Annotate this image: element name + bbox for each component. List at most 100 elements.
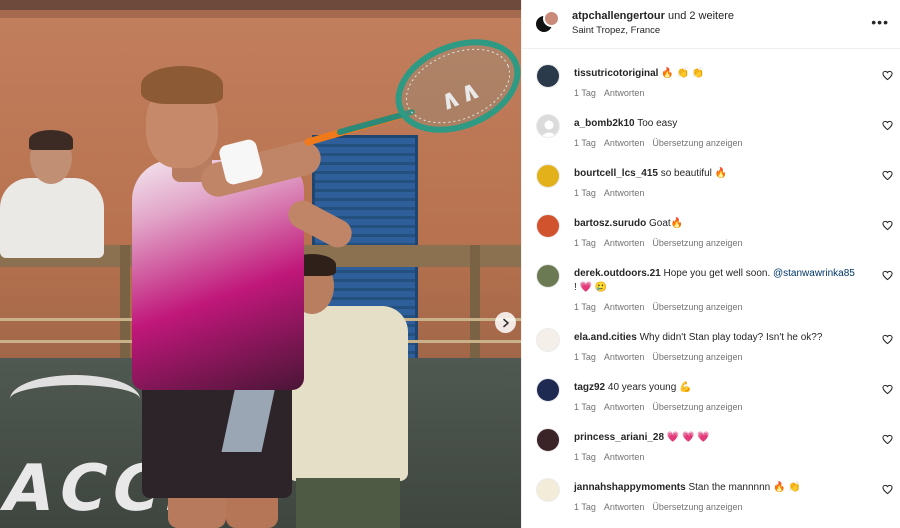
comment-text-continued: ! 💗 🥲 <box>574 282 608 293</box>
comment-meta: 1 Tag Antworten Übersetzung anzeigen <box>574 300 870 314</box>
reply-button[interactable]: Antworten <box>604 502 645 512</box>
reply-button[interactable]: Antworten <box>604 138 645 148</box>
comment-meta: 1 Tag Antworten <box>574 86 870 100</box>
comment-timestamp[interactable]: 1 Tag <box>574 138 596 148</box>
comment-text: so beautiful 🔥 <box>660 168 728 179</box>
comment-timestamp[interactable]: 1 Tag <box>574 238 596 248</box>
chevron-right-icon <box>502 318 509 327</box>
comment-item: jannahshappymoments Stan the mannnnn 🔥 👏… <box>522 478 900 528</box>
spectator-body <box>0 178 104 258</box>
post-photo[interactable]: ACCM ∧∧ <box>0 0 521 528</box>
commenter-avatar[interactable] <box>536 114 560 138</box>
commenter-avatar[interactable] <box>536 328 560 352</box>
comment-username[interactable]: bartosz.surudo <box>574 218 646 229</box>
comment-text: Too easy <box>637 118 678 129</box>
player-hair <box>141 66 223 104</box>
reply-button[interactable]: Antworten <box>604 302 645 312</box>
reply-button[interactable]: Antworten <box>604 402 645 412</box>
comment-meta: 1 Tag Antworten Übersetzung anzeigen <box>574 350 870 364</box>
see-translation-button[interactable]: Übersetzung anzeigen <box>652 352 742 362</box>
heart-outline-icon[interactable] <box>882 384 893 395</box>
roof-edge <box>0 0 521 10</box>
heart-outline-icon[interactable] <box>882 334 893 345</box>
comment-timestamp[interactable]: 1 Tag <box>574 302 596 312</box>
comment-username[interactable]: princess_ariani_28 <box>574 432 664 443</box>
comment-item: bourtcell_lcs_415 so beautiful 🔥 1 Tag Ant… <box>522 164 900 214</box>
heart-outline-icon[interactable] <box>882 170 893 181</box>
commenter-avatar[interactable] <box>536 378 560 402</box>
comment-item: bartosz.surudo Goat🔥 1 Tag Antworten Überse… <box>522 214 900 264</box>
comment-text: Stan the mannnnn 🔥 👏 <box>688 482 801 493</box>
comment-username[interactable]: tagz92 <box>574 382 605 393</box>
banner-logo-swoosh <box>10 375 140 423</box>
comment-timestamp[interactable]: 1 Tag <box>574 188 596 198</box>
comment-timestamp[interactable]: 1 Tag <box>574 352 596 362</box>
commenter-avatar[interactable] <box>536 264 560 288</box>
commenter-avatar[interactable] <box>536 214 560 238</box>
commenter-avatar[interactable] <box>536 64 560 88</box>
comment-item: derek.outdoors.21 Hope you get well soon… <box>522 264 900 314</box>
comment-timestamp[interactable]: 1 Tag <box>574 402 596 412</box>
commenter-avatar[interactable] <box>536 478 560 502</box>
comment-item: ela.and.cities Why didn't Stan play toda… <box>522 328 900 378</box>
post-header: atpchallengertour und 2 weitere Saint Tr… <box>522 0 900 49</box>
comment-text: Hope you get well soon. <box>663 268 771 279</box>
author-avatar-stack[interactable] <box>534 10 560 36</box>
comment-username[interactable]: a_bomb2k10 <box>574 118 635 129</box>
heart-outline-icon[interactable] <box>882 220 893 231</box>
comment-item: tagz92 40 years young 💪 1 Tag Antworten Übe… <box>522 378 900 428</box>
see-translation-button[interactable]: Übersetzung anzeigen <box>652 502 742 512</box>
comment-text: Why didn't Stan play today? Isn't he ok?… <box>639 332 823 343</box>
comment-mention-link[interactable]: @stanwawrinka85 <box>773 268 855 279</box>
comment-text: 💗 💗 💗 <box>666 432 710 443</box>
reply-button[interactable]: Antworten <box>604 452 645 462</box>
comment-meta: 1 Tag Antworten Übersetzung anzeigen <box>574 136 870 150</box>
ballboy-shorts <box>296 478 400 528</box>
comment-username[interactable]: ela.and.cities <box>574 332 637 343</box>
comment-username[interactable]: jannahshappymoments <box>574 482 686 493</box>
comment-text: 🔥 👏 👏 <box>661 68 705 79</box>
comment-meta: 1 Tag Antworten Übersetzung anzeigen <box>574 400 870 414</box>
post-location[interactable]: Saint Tropez, France <box>572 25 660 36</box>
reply-button[interactable]: Antworten <box>604 238 645 248</box>
comment-body: derek.outdoors.21 Hope you get well soon… <box>574 267 870 314</box>
comment-item: a_bomb2k10 Too easy 1 Tag Antworten Überset… <box>522 114 900 164</box>
author-username[interactable]: atpchallengertour <box>572 10 665 22</box>
comment-username[interactable]: bourtcell_lcs_415 <box>574 168 658 179</box>
comment-meta: 1 Tag Antworten Übersetzung anzeigen <box>574 500 870 514</box>
reply-button[interactable]: Antworten <box>604 88 645 98</box>
see-translation-button[interactable]: Übersetzung anzeigen <box>652 302 742 312</box>
reply-button[interactable]: Antworten <box>604 188 645 198</box>
comment-item: princess_ariani_28 💗 💗 💗 1 Tag Antworten <box>522 428 900 478</box>
comments-panel: atpchallengertour und 2 weitere Saint Tr… <box>521 0 900 528</box>
comment-item: tissutricotoriginal 🔥 👏 👏 1 Tag Antworten <box>522 64 900 114</box>
comment-username[interactable]: derek.outdoors.21 <box>574 268 661 279</box>
next-image-button[interactable] <box>495 312 516 333</box>
heart-outline-icon[interactable] <box>882 70 893 81</box>
comment-body: tagz92 40 years young 💪 1 Tag Antworten Übe… <box>574 381 870 414</box>
see-translation-button[interactable]: Übersetzung anzeigen <box>652 402 742 412</box>
heart-outline-icon[interactable] <box>882 270 893 281</box>
comment-body: tissutricotoriginal 🔥 👏 👏 1 Tag Antworten <box>574 67 870 100</box>
comment-timestamp[interactable]: 1 Tag <box>574 452 596 462</box>
comment-username[interactable]: tissutricotoriginal <box>574 68 658 79</box>
coauthors-link[interactable]: und 2 weitere <box>668 10 734 22</box>
see-translation-button[interactable]: Übersetzung anzeigen <box>652 238 742 248</box>
comment-timestamp[interactable]: 1 Tag <box>574 502 596 512</box>
more-horizontal-icon[interactable]: ••• <box>871 14 889 30</box>
reply-button[interactable]: Antworten <box>604 352 645 362</box>
see-translation-button[interactable]: Übersetzung anzeigen <box>652 138 742 148</box>
comment-meta: 1 Tag Antworten <box>574 450 870 464</box>
comment-body: bartosz.surudo Goat🔥 1 Tag Antworten Überse… <box>574 217 870 250</box>
comment-body: ela.and.cities Why didn't Stan play toda… <box>574 331 870 364</box>
comment-body: princess_ariani_28 💗 💗 💗 1 Tag Antworten <box>574 431 870 464</box>
comment-text: Goat🔥 <box>649 218 684 229</box>
heart-outline-icon[interactable] <box>882 434 893 445</box>
heart-outline-icon[interactable] <box>882 484 893 495</box>
commenter-avatar[interactable] <box>536 164 560 188</box>
ballboy-body <box>288 306 408 481</box>
heart-outline-icon[interactable] <box>882 120 893 131</box>
comment-timestamp[interactable]: 1 Tag <box>574 88 596 98</box>
commenter-avatar[interactable] <box>536 428 560 452</box>
avatar <box>543 10 560 27</box>
